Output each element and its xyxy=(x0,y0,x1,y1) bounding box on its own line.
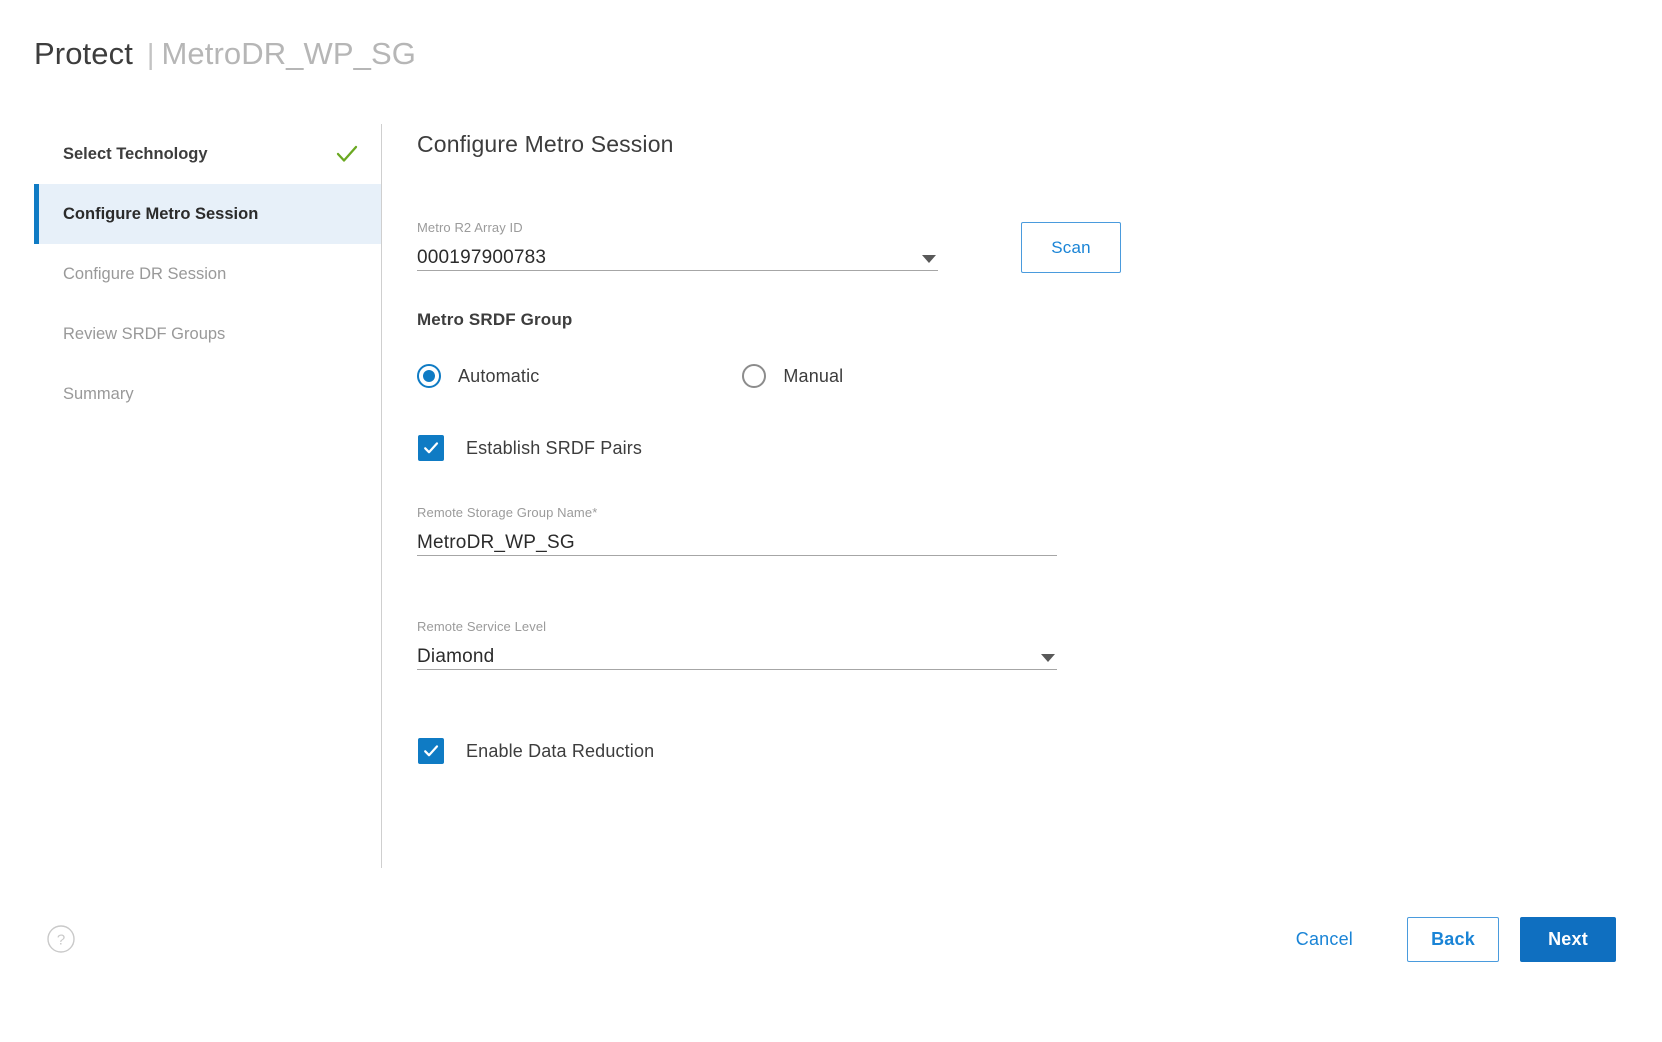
remote-storage-group-name-label: Remote Storage Group Name* xyxy=(417,505,598,520)
sidebar-item-summary[interactable]: Summary xyxy=(34,364,381,424)
wizard-footer: ? Cancel Back Next xyxy=(0,910,1662,1042)
cancel-button[interactable]: Cancel xyxy=(1286,921,1363,958)
page-title: Protect | MetroDR_WP_SG xyxy=(34,36,416,72)
sidebar-item-label: Review SRDF Groups xyxy=(63,324,226,343)
next-button[interactable]: Next xyxy=(1520,917,1616,962)
remote-service-level-input[interactable] xyxy=(417,645,1041,669)
metro-r2-array-id-select[interactable] xyxy=(417,240,938,271)
remote-service-level-field: Remote Service Level xyxy=(417,619,1057,670)
sidebar-item-label: Configure DR Session xyxy=(63,264,227,283)
panel-divider xyxy=(381,124,382,868)
panel-heading: Configure Metro Session xyxy=(417,131,674,157)
metro-srdf-group-heading: Metro SRDF Group xyxy=(417,310,573,329)
remote-storage-group-name-field: Remote Storage Group Name* xyxy=(417,505,1057,556)
page-title-main: Protect xyxy=(34,36,133,71)
help-circle-icon[interactable]: ? xyxy=(46,924,76,954)
enable-data-reduction-label: Enable Data Reduction xyxy=(466,740,655,761)
metro-srdf-group-radio-group: Automatic Manual xyxy=(417,364,843,388)
establish-srdf-pairs-label: Establish SRDF Pairs xyxy=(466,437,643,458)
sidebar-item-select-technology[interactable]: Select Technology xyxy=(34,124,381,184)
remote-storage-group-name-control[interactable] xyxy=(417,525,1057,556)
sidebar-item-configure-dr-session[interactable]: Configure DR Session xyxy=(34,244,381,304)
chevron-down-icon[interactable] xyxy=(1041,654,1055,662)
establish-srdf-pairs-checkbox[interactable]: Establish SRDF Pairs xyxy=(418,435,642,461)
sidebar-item-label: Configure Metro Session xyxy=(63,204,259,223)
remote-storage-group-name-input[interactable] xyxy=(417,531,1057,555)
sidebar-item-configure-metro-session[interactable]: Configure Metro Session xyxy=(34,184,381,244)
metro-r2-array-id-field: Metro R2 Array ID xyxy=(417,220,938,271)
scan-button[interactable]: Scan xyxy=(1021,222,1121,273)
configure-metro-session-panel: Configure Metro Session Metro R2 Array I… xyxy=(417,124,1217,764)
radio-unselected-icon xyxy=(742,364,767,388)
metro-r2-array-id-label: Metro R2 Array ID xyxy=(417,220,523,235)
remote-service-level-label: Remote Service Level xyxy=(417,619,547,634)
enable-data-reduction-checkbox[interactable]: Enable Data Reduction xyxy=(418,738,654,764)
checkbox-checked-icon xyxy=(418,435,444,461)
radio-selected-icon xyxy=(417,364,441,388)
wizard-steps-sidebar: Select Technology Configure Metro Sessio… xyxy=(34,124,381,424)
radio-automatic[interactable]: Automatic xyxy=(417,364,539,388)
sidebar-item-review-srdf-groups[interactable]: Review SRDF Groups xyxy=(34,304,381,364)
radio-manual[interactable]: Manual xyxy=(742,364,843,388)
protect-wizard: Protect | MetroDR_WP_SG Select Technolog… xyxy=(0,0,1662,1042)
svg-text:?: ? xyxy=(57,932,65,949)
page-title-separator: | xyxy=(146,39,155,71)
radio-automatic-label: Automatic xyxy=(458,365,540,386)
chevron-down-icon[interactable] xyxy=(922,255,936,263)
back-button[interactable]: Back xyxy=(1407,917,1499,962)
check-icon xyxy=(335,142,359,166)
radio-manual-label: Manual xyxy=(783,365,844,386)
footer-actions: Cancel Back Next xyxy=(1286,917,1616,962)
sidebar-item-label: Select Technology xyxy=(63,144,208,163)
remote-service-level-select[interactable] xyxy=(417,639,1057,670)
page-title-subject: MetroDR_WP_SG xyxy=(161,36,416,71)
checkbox-checked-icon xyxy=(418,738,444,764)
sidebar-item-label: Summary xyxy=(63,384,134,403)
metro-r2-array-id-input[interactable] xyxy=(417,246,922,270)
